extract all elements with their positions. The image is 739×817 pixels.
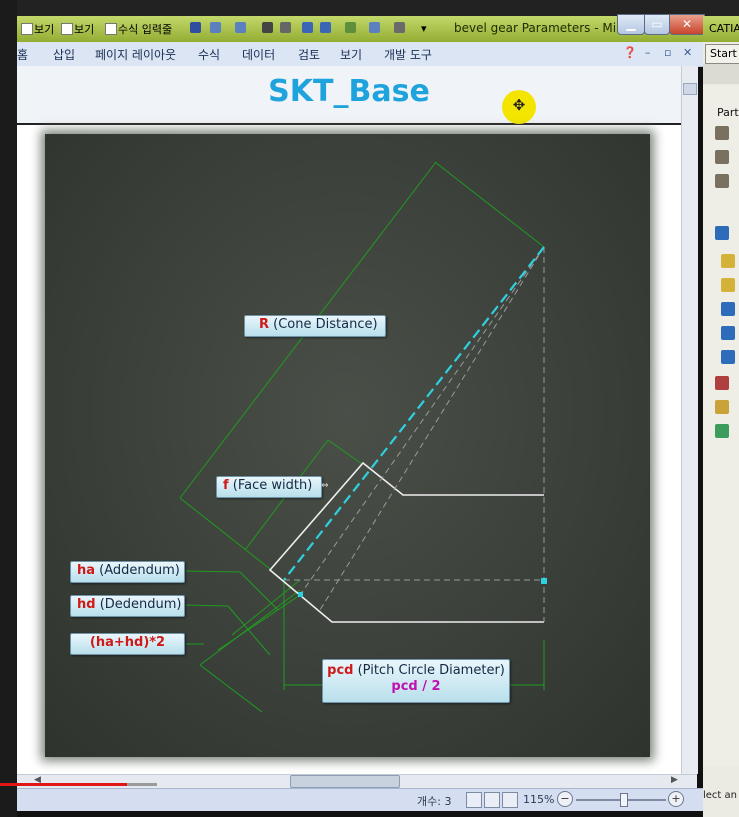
selection-count: 개수: 3	[417, 795, 452, 808]
label-r-symbol: R	[259, 317, 270, 332]
scroll-right-icon[interactable]: ▶	[671, 775, 678, 785]
catia-start-menu[interactable]: Start	[705, 44, 739, 64]
catia-status-text: lect an	[703, 790, 739, 806]
tree-node-icon[interactable]	[715, 150, 729, 164]
label-pitch-circle-diameter: pcd (Pitch Circle Diameter) pcd / 2	[322, 659, 510, 703]
zoom-slider-thumb[interactable]	[620, 793, 628, 807]
label-r-text: (Cone Distance)	[269, 317, 378, 332]
tree-feature-icon[interactable]	[721, 350, 735, 364]
tree-feature-icon[interactable]	[721, 326, 735, 340]
catia-start-label: Start	[710, 47, 737, 60]
normal-view-icon[interactable]	[466, 792, 482, 808]
tree-root-label[interactable]: Part	[717, 106, 739, 119]
root-cone-line	[299, 246, 545, 596]
page-layout-view-icon[interactable]	[484, 792, 500, 808]
pitch-point-marker	[541, 578, 547, 584]
tree-sketch-icon[interactable]	[721, 278, 735, 292]
catia-title-bar: CATIA	[703, 16, 739, 42]
root-point-marker	[298, 592, 303, 597]
label-ha-symbol: ha	[77, 563, 96, 578]
label-pcd-formula: pcd / 2	[391, 679, 441, 694]
catia-spec-tree: Part	[703, 86, 739, 766]
tree-node-icon[interactable]	[715, 126, 729, 140]
hahd-extension-line	[199, 664, 263, 713]
tree-feature-icon[interactable]	[721, 302, 735, 316]
video-progress-played[interactable]	[0, 783, 127, 786]
label-hd-text: (Dedendum)	[95, 597, 182, 612]
video-progress-buffered	[127, 783, 157, 786]
label-pcd-symbol: pcd	[327, 663, 354, 678]
catia-title: CATIA	[709, 22, 739, 35]
label-dedendum: hd (Dedendum)	[70, 595, 185, 617]
label-pcd-text: (Pitch Circle Diameter)	[353, 663, 505, 678]
zoom-level[interactable]: 115%	[523, 793, 554, 806]
tree-parameters-icon[interactable]	[715, 376, 729, 390]
tree-sketch-icon[interactable]	[721, 254, 735, 268]
back-cone-line	[319, 246, 545, 611]
tree-node-icon[interactable]	[715, 174, 729, 188]
label-ha-text: (Addendum)	[95, 563, 180, 578]
hd-leader	[185, 604, 229, 607]
horizontal-scroll-thumb[interactable]	[290, 775, 400, 788]
status-bar: 개수: 3 115% − +	[17, 788, 703, 811]
resize-cursor-icon: ⇔	[321, 481, 329, 491]
r-extension-line	[434, 161, 545, 248]
tree-body-icon[interactable]	[715, 226, 729, 240]
tree-relations-icon[interactable]	[715, 400, 729, 414]
ha-dimension-line	[231, 579, 301, 636]
hahd-dimension-line	[199, 589, 301, 666]
label-addendum: ha (Addendum)	[70, 561, 185, 583]
label-cone-distance: R (Cone Distance)	[244, 315, 386, 337]
ha-leader	[185, 570, 241, 573]
label-f-text: (Face width)	[228, 478, 313, 493]
pitch-cone-line	[283, 246, 545, 581]
label-hahd-text: (ha+hd)*2	[89, 635, 166, 650]
label-ha-hd-times-2: (ha+hd)*2	[70, 633, 185, 655]
label-face-width: f (Face width)	[216, 476, 322, 498]
f-extension-line	[327, 439, 363, 465]
zoom-out-icon[interactable]: −	[557, 791, 573, 807]
catia-toolbar	[703, 64, 739, 84]
catia-status-label: lect an	[703, 790, 737, 801]
label-hd-symbol: hd	[77, 597, 96, 612]
page-break-view-icon[interactable]	[502, 792, 518, 808]
tree-geometry-icon[interactable]	[715, 424, 729, 438]
r-extension-line-2	[179, 497, 271, 570]
zoom-in-icon[interactable]: +	[668, 791, 684, 807]
hd-leader-2	[227, 605, 271, 656]
ha-leader-2	[239, 571, 279, 611]
